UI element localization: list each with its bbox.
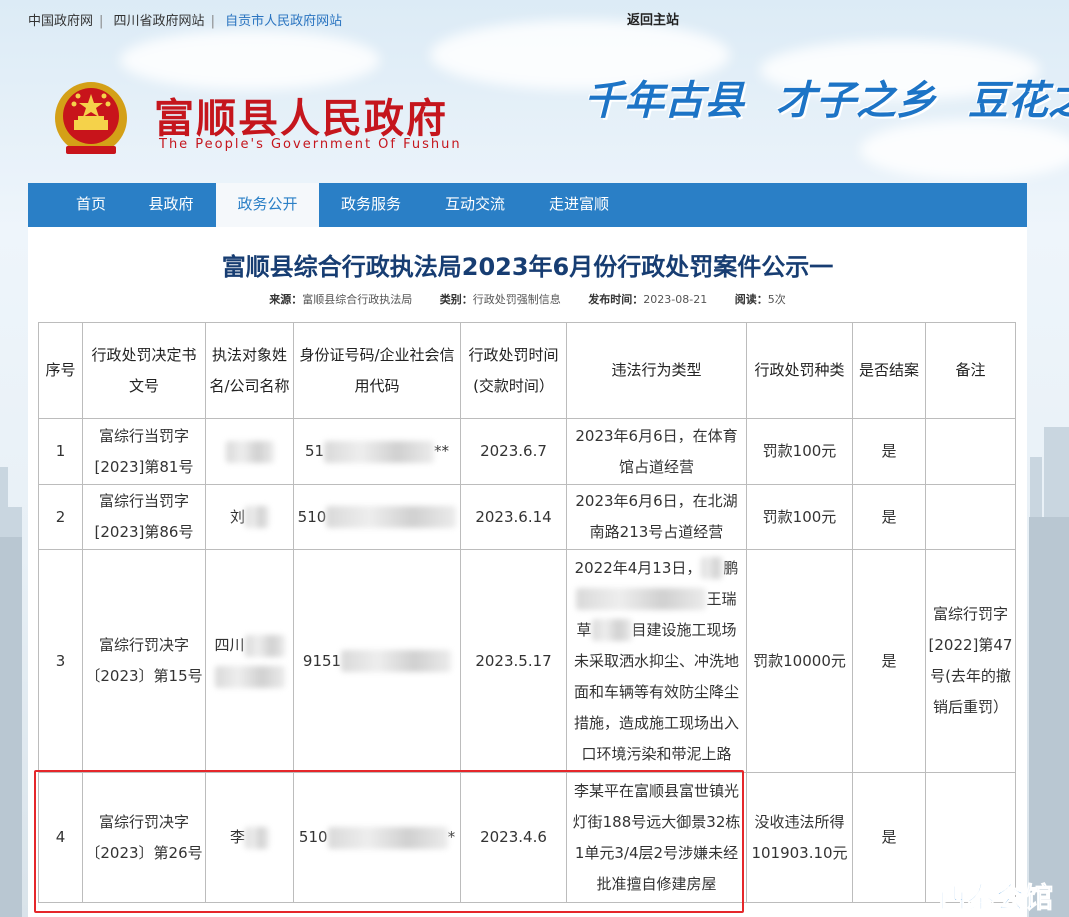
- nav-home[interactable]: 首页: [58, 183, 124, 227]
- table-header-row: 序号 行政处罚决定书文号 执法对象姓名/公司名称 身份证号码/企业社会信用代码 …: [38, 322, 1016, 419]
- cell-name: 李: [205, 772, 294, 903]
- table-row: 2 富综行当罚字[2023]第86号 刘 510 2023.6.14 2023年…: [38, 484, 1016, 550]
- national-emblem-icon: [55, 82, 127, 154]
- cell-doc: 富综行罚决字〔2023〕第15号: [82, 549, 206, 773]
- cell-closed: 是: [852, 418, 926, 485]
- cell-name: 刘: [205, 484, 294, 550]
- main-nav: 首页 县政府 政务公开 政务服务 互动交流 走进富顺: [28, 183, 1027, 227]
- nav-gov-affairs-public[interactable]: 政务公开: [216, 183, 319, 227]
- slogan-2: 才子之乡: [776, 77, 936, 124]
- article-meta: 来源：富顺县综合行政执法局 类别：行政处罚强制信息 发布时间：2023-08-2…: [269, 293, 786, 306]
- article-category: 行政处罚强制信息: [472, 293, 561, 306]
- cell-closed: 是: [852, 549, 926, 773]
- article-date: 2023-08-21: [643, 293, 708, 306]
- cell-name: [205, 418, 294, 485]
- nav-interaction[interactable]: 互动交流: [432, 183, 518, 227]
- back-home-link[interactable]: 返回主站: [627, 9, 679, 28]
- cell-note: [925, 418, 1016, 485]
- cell-no: 3: [38, 549, 83, 773]
- cell-no: 1: [38, 418, 83, 485]
- cell-note: 富综行罚字[2022]第47号(去年的撤销后重罚）: [925, 549, 1016, 773]
- col-header: 行政处罚决定书文号: [82, 322, 206, 419]
- cell-closed: 是: [852, 484, 926, 550]
- link-gov-cn[interactable]: 中国政府网: [28, 14, 93, 29]
- cell-violation: 2023年6月6日，在北湖南路213号占道经营: [566, 484, 747, 550]
- site-subtitle: The People's Government Of Fushun: [159, 137, 462, 152]
- cell-violation: 2022年4月13日，鹏 王瑞 草目建设施工现场 未采取洒水抑尘、冲洗地 面和车…: [566, 549, 747, 773]
- slogan-3: 豆花之: [968, 77, 1069, 124]
- article-content: 富顺县综合行政执法局2023年6月份行政处罚案件公示一 来源：富顺县综合行政执法…: [28, 227, 1027, 917]
- cell-time: 2023.6.14: [460, 484, 567, 550]
- article-views: 5次: [767, 293, 786, 306]
- table-row: 4 富综行罚决字〔2023〕第26号 李 510 * 2023.4.6 李某平在富…: [38, 772, 1016, 903]
- cell-no: 2: [38, 484, 83, 550]
- link-zigong-gov[interactable]: 自贡市人民政府网站: [225, 14, 342, 29]
- watermark: 西秦会馆: [937, 881, 1055, 915]
- cell-penalty: 罚款100元: [746, 484, 853, 550]
- penalty-table: 序号 行政处罚决定书文号 执法对象姓名/公司名称 身份证号码/企业社会信用代码 …: [38, 322, 1016, 903]
- cell-id: 510 *: [293, 772, 461, 903]
- cell-doc: 富综行当罚字[2023]第81号: [82, 418, 206, 485]
- cell-time: 2023.4.6: [460, 772, 567, 903]
- cell-time: 2023.6.7: [460, 418, 567, 485]
- cell-id: 510: [293, 484, 461, 550]
- col-header: 序号: [38, 322, 83, 419]
- col-header: 身份证号码/企业社会信用代码: [293, 322, 461, 419]
- col-header: 违法行为类型: [566, 322, 747, 419]
- site-name: 富顺县人民政府: [154, 95, 448, 142]
- nav-about-fushun[interactable]: 走进富顺: [536, 183, 622, 227]
- top-links: 中国政府网 | 四川省政府网站 | 自贡市人民政府网站: [28, 14, 343, 29]
- article-title: 富顺县综合行政执法局2023年6月份行政处罚案件公示一: [221, 253, 834, 281]
- top-bar: 中国政府网 | 四川省政府网站 | 自贡市人民政府网站 返回主站: [0, 0, 1069, 36]
- cell-time: 2023.5.17: [460, 549, 567, 773]
- table-row: 3 富综行罚决字〔2023〕第15号 四川 9151 2023.5.17 202…: [38, 549, 1016, 773]
- link-sichuan-gov[interactable]: 四川省政府网站: [114, 14, 205, 29]
- col-header: 行政处罚时间(交款时间）: [460, 322, 567, 419]
- nav-county-gov[interactable]: 县政府: [134, 183, 208, 227]
- cell-id: 9151: [293, 549, 461, 773]
- nav-gov-services[interactable]: 政务服务: [328, 183, 414, 227]
- article-source: 富顺县综合行政执法局: [302, 293, 413, 306]
- table-row: 1 富综行当罚字[2023]第81号 51 ** 2023.6.7 2023年6月…: [38, 418, 1016, 485]
- cell-penalty: 罚款100元: [746, 418, 853, 485]
- cell-violation: 李某平在富顺县富世镇光灯街188号远大御景32栋1单元3/4层2号涉嫌未经批准擅…: [566, 772, 747, 903]
- site-slogan: 千年古县才子之乡豆花之: [584, 68, 1069, 126]
- cell-closed: 是: [852, 772, 926, 903]
- col-header: 是否结案: [852, 322, 926, 419]
- slogan-1: 千年古县: [584, 77, 744, 124]
- cell-doc: 富综行当罚字[2023]第86号: [82, 484, 206, 550]
- cell-penalty: 罚款10000元: [746, 549, 853, 773]
- col-header: 备注: [925, 322, 1016, 419]
- col-header: 行政处罚种类: [746, 322, 853, 419]
- cell-note: [925, 484, 1016, 550]
- cell-name: 四川: [205, 549, 294, 773]
- col-header: 执法对象姓名/公司名称: [205, 322, 294, 419]
- cell-id: 51 **: [293, 418, 461, 485]
- cell-penalty: 没收违法所得101903.10元: [746, 772, 853, 903]
- cell-doc: 富综行罚决字〔2023〕第26号: [82, 772, 206, 903]
- cell-no: 4: [38, 772, 83, 903]
- cell-violation: 2023年6月6日，在体育馆占道经营: [566, 418, 747, 485]
